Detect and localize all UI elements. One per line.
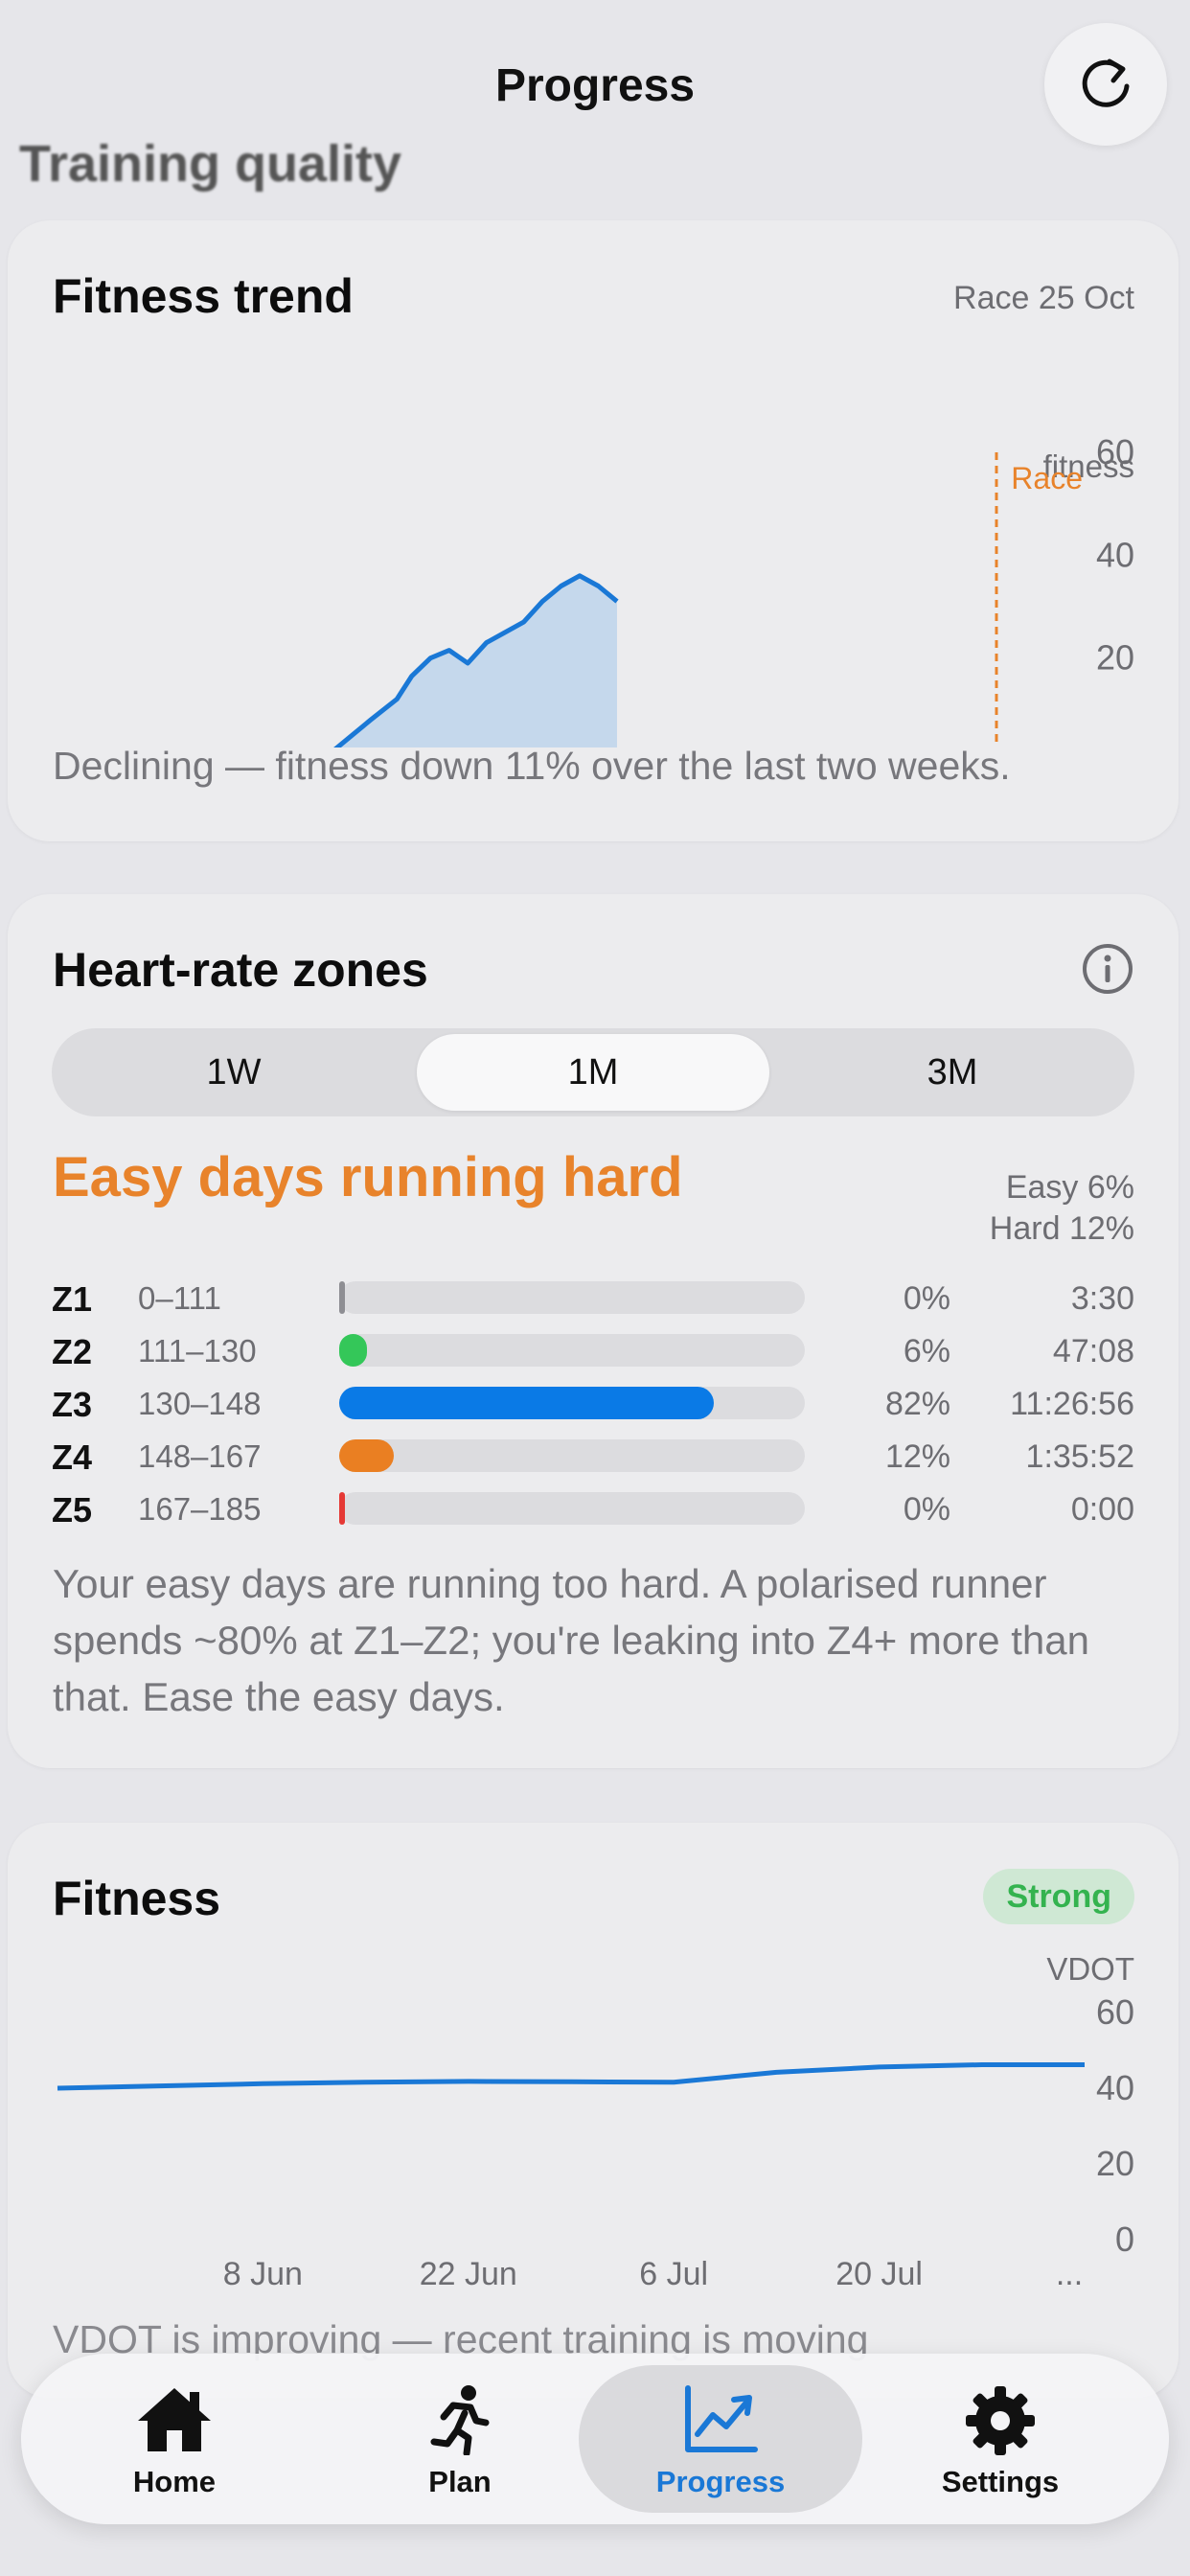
zone-row-z3: Z3 130–148 82% 11:26:56	[52, 1381, 1134, 1424]
y-tick-label: 40	[1096, 535, 1134, 574]
x-tick-label: 8 Jun	[223, 2256, 303, 2292]
zone-percent: 0%	[903, 1280, 950, 1317]
race-date-label: Race 25 Oct	[953, 280, 1134, 316]
fitness-trend-caption: Declining — fitness down 11% over the la…	[53, 744, 1011, 788]
tab-progress[interactable]: Progress	[579, 2365, 862, 2513]
zone-bar-fill	[339, 1492, 345, 1525]
tab-label: Progress	[655, 2465, 786, 2498]
zone-warning-title: Easy days running hard	[53, 1146, 683, 1208]
zone-name: Z5	[52, 1490, 93, 1530]
zone-time: 11:26:56	[1010, 1386, 1134, 1422]
zone-time: 1:35:52	[1025, 1438, 1134, 1475]
zone-time: 47:08	[1052, 1333, 1134, 1369]
gear-icon	[966, 2386, 1035, 2455]
zone-range: 167–185	[138, 1491, 262, 1527]
x-tick-label: 22 Jun	[420, 2256, 517, 2292]
zone-bar-track	[339, 1492, 805, 1525]
tab-label: Home	[132, 2465, 217, 2498]
zone-bar-track	[339, 1439, 805, 1472]
home-icon	[138, 2388, 211, 2451]
chart-icon	[685, 2385, 758, 2452]
vdot-chart: VDOT 0 20 40 60 8 Jun 22 Jun 6 Jul 20 Jul...	[57, 1951, 1134, 2292]
zone-bar-track	[339, 1281, 805, 1314]
easy-hard-summary: Easy 6% Hard 12%	[990, 1167, 1134, 1250]
y-tick-label: 0	[1115, 741, 1134, 748]
zone-name: Z2	[52, 1332, 93, 1371]
fitness-trend-title: Fitness trend	[53, 269, 354, 323]
runner-icon	[430, 2385, 490, 2455]
race-marker-label: Race	[1011, 461, 1083, 495]
y-tick-label: 60	[1096, 1992, 1134, 2032]
easy-share: Easy 6%	[1005, 1169, 1134, 1206]
y-tick-label: 40	[1096, 2068, 1134, 2107]
info-button[interactable]	[1081, 942, 1134, 1000]
hard-share: Hard 12%	[989, 1210, 1134, 1247]
zone-time: 3:30	[1070, 1280, 1134, 1317]
info-icon	[1083, 944, 1133, 994]
page-title: Progress	[494, 60, 696, 111]
zone-row-z1: Z1 0–111 0% 3:30	[52, 1276, 1134, 1319]
zone-bar-fill	[339, 1281, 345, 1314]
vdot-line	[57, 2062, 1085, 2091]
zone-bar-fill	[339, 1334, 367, 1367]
zone-percent: 0%	[903, 1491, 950, 1528]
tab-label: Plan	[428, 2465, 492, 2498]
zone-range: 0–111	[138, 1280, 221, 1316]
heart-rate-zones-card: Heart-rate zones 1W 1M 3M Easy days runn…	[8, 894, 1179, 1768]
refresh-icon	[1082, 58, 1130, 107]
zone-bar-fill	[339, 1439, 394, 1472]
zone-row-z2: Z2 111–130 6% 47:08	[52, 1328, 1134, 1371]
zone-range: 148–167	[138, 1438, 262, 1474]
zone-percent: 6%	[903, 1333, 950, 1369]
zone-percent: 82%	[884, 1386, 950, 1422]
tab-home[interactable]: Home	[33, 2365, 316, 2513]
y-tick-label: 60	[1096, 432, 1134, 472]
x-tick-label: ...	[1056, 2256, 1083, 2292]
zone-row-z4: Z4 148–167 12% 1:35:52	[52, 1434, 1134, 1477]
y-tick-label: 20	[1096, 638, 1134, 678]
status-badge: Strong	[983, 1869, 1134, 1924]
zone-name: Z3	[52, 1385, 93, 1424]
tab-label: Settings	[941, 2465, 1060, 2498]
y-axis-label: VDOT	[1046, 1951, 1134, 1987]
zone-bar-track	[339, 1334, 805, 1367]
period-3m-button[interactable]: 3M	[776, 1034, 1129, 1111]
period-1w-button[interactable]: 1W	[57, 1034, 410, 1111]
section-title: Training quality	[19, 135, 402, 193]
zone-row-z5: Z5 167–185 0% 0:00	[52, 1486, 1134, 1530]
zone-percent: 12%	[884, 1438, 950, 1475]
period-selector: 1W 1M 3M	[52, 1028, 1134, 1116]
period-1m-button[interactable]: 1M	[417, 1034, 769, 1111]
x-tick-label: 6 Jul	[639, 2256, 708, 2292]
zone-name: Z4	[52, 1438, 93, 1477]
fitness-trend-chart: fitness0204060AprJunAugOctRace	[333, 432, 1134, 748]
x-tick-label: 20 Jul	[835, 2256, 923, 2292]
tab-bar: Home Plan Progress Settings	[21, 2354, 1169, 2524]
refresh-button[interactable]	[1044, 23, 1167, 146]
header: Progress Training quality	[0, 0, 1190, 220]
fitness-trend-card: Fitness trend Race 25 Oct fitness0204060…	[8, 220, 1179, 841]
fitness-title: Fitness	[53, 1872, 221, 1925]
tab-plan[interactable]: Plan	[318, 2365, 602, 2513]
fitness-area	[336, 575, 617, 748]
zone-bar-fill	[339, 1387, 714, 1419]
tab-settings[interactable]: Settings	[858, 2365, 1142, 2513]
zone-range: 111–130	[138, 1333, 257, 1368]
zone-range: 130–148	[138, 1386, 262, 1421]
heart-rate-zones-title: Heart-rate zones	[53, 943, 428, 997]
y-tick-label: 0	[1115, 2220, 1134, 2259]
fitness-card: Fitness Strong VDOT 0 20 40 60 8 Jun 22 Jun 6 J…	[8, 1823, 1179, 2398]
zone-bar-track	[339, 1387, 805, 1419]
y-tick-label: 20	[1096, 2144, 1134, 2183]
zone-time: 0:00	[1070, 1491, 1134, 1528]
zones-caption: Your easy days are running too hard. A p…	[53, 1561, 1089, 1719]
zone-name: Z1	[52, 1279, 93, 1319]
